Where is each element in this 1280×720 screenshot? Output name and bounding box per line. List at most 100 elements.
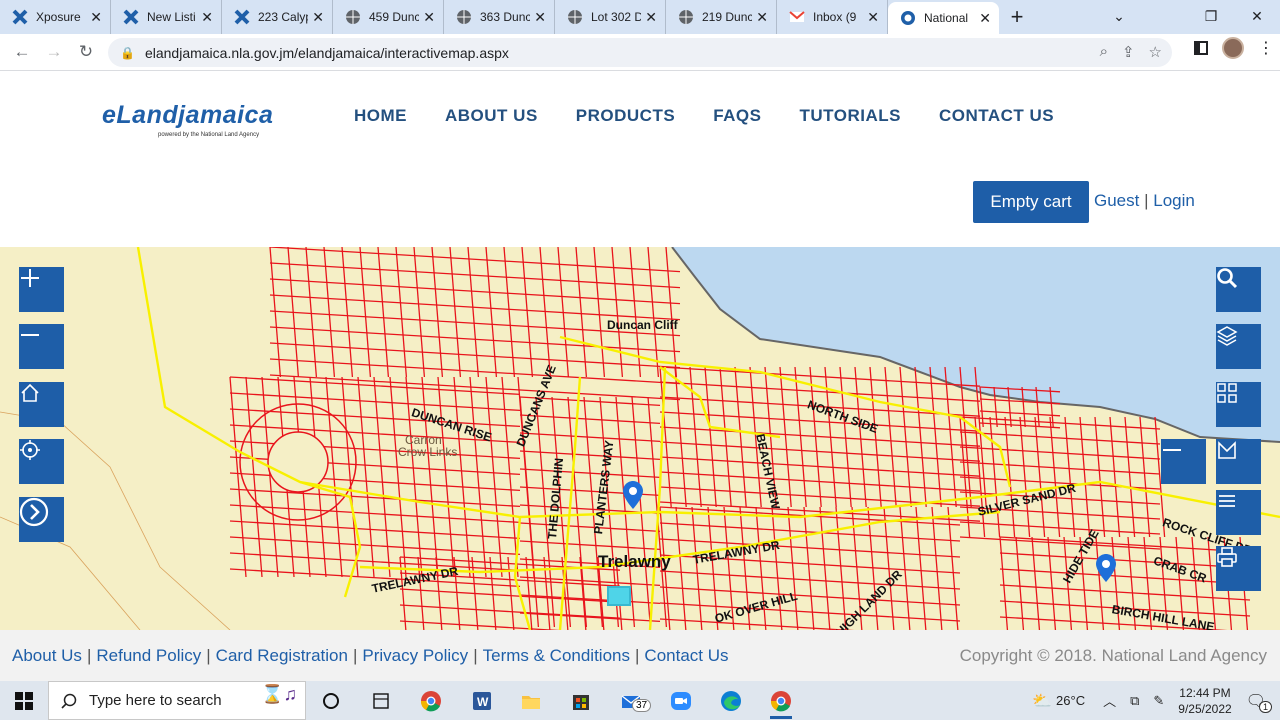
expand-panel-button[interactable] [19,497,64,542]
interactive-map[interactable]: Duncan Cliff DUNCAN RISE DUNCANS AVE NORTH … [0,247,1280,630]
browser-tab[interactable]: 223 Calyp ✕ [222,0,333,34]
road [648,366,667,630]
footer-link-about-us[interactable]: About Us [12,646,82,666]
nav-products[interactable]: PRODUCTS [576,106,675,126]
legend-list-button[interactable] [1216,490,1261,535]
svg-text:W: W [477,695,489,709]
restore-window-icon[interactable]: ❐ [1188,0,1234,32]
location-pin-icon[interactable] [623,481,643,509]
task-view-icon[interactable] [306,681,356,720]
nav-home[interactable]: HOME [354,106,407,126]
selected-parcel-marker[interactable] [607,586,631,606]
parcel-line [341,376,359,578]
footer-link-refund-policy[interactable]: Refund Policy [96,646,201,666]
menu-kebab-icon[interactable]: ⋮ [1258,38,1274,58]
parcel-line [929,366,942,508]
browser-tab[interactable]: 363 Dunc ✕ [444,0,555,34]
close-tab-icon[interactable]: ✕ [979,10,991,27]
profile-avatar[interactable] [1222,37,1244,59]
zoom-icon[interactable]: ⌕ [1100,43,1108,61]
forward-icon[interactable]: → [38,36,70,68]
layers-button[interactable] [1216,324,1261,369]
close-tab-icon[interactable]: ✕ [90,9,102,26]
lock-icon: 🔒 [120,45,135,60]
new-tab-icon[interactable]: + [999,0,1035,34]
footer-link-card-registration[interactable]: Card Registration [216,646,348,666]
browser-tab[interactable]: National ✕ [888,2,999,34]
close-tab-icon[interactable]: ✕ [645,9,657,26]
browser-tab[interactable]: 219 Dunc ✕ [666,0,777,34]
site-logo[interactable]: eLandjamaica powered by the National Lan… [102,101,273,138]
close-tab-icon[interactable]: ✕ [423,9,435,26]
browser-tab[interactable]: Xposure ✕ [0,0,111,34]
close-tab-icon[interactable]: ✕ [312,9,324,26]
back-icon[interactable]: ← [6,36,38,68]
browser-tab[interactable]: New Listi ✕ [111,0,222,34]
close-tab-icon[interactable]: ✕ [756,9,768,26]
basemap-gallery-button[interactable] [1216,382,1261,427]
nav-about-us[interactable]: ABOUT US [445,106,538,126]
tab-search-icon[interactable]: ⌄ [1096,0,1142,32]
windows-start-icon[interactable] [0,681,48,720]
close-window-icon[interactable]: ✕ [1234,0,1280,32]
parcel-line [1094,416,1106,538]
parcel-line [947,506,959,630]
bookmark-star-icon[interactable]: ☆ [1149,43,1162,61]
reload-icon[interactable]: ↻ [70,36,102,68]
parcel-line [521,247,534,378]
browser-tab[interactable]: Lot 302 D ✕ [555,0,666,34]
clock[interactable]: 12:44 PM 9/25/2022 [1178,685,1231,717]
xposure-icon [234,9,250,25]
map-canvas[interactable] [0,247,1280,630]
footer-link-privacy-policy[interactable]: Privacy Policy [362,646,468,666]
share-icon[interactable]: ⇪ [1122,43,1135,61]
print-button[interactable] [1216,546,1261,591]
zoom-out-button[interactable] [19,324,64,369]
weather-icon[interactable]: ⛅ [1032,691,1052,711]
file-explorer-icon[interactable] [506,681,556,720]
location-pin-icon[interactable] [1096,554,1116,582]
measure-button[interactable] [1216,439,1261,484]
collapse-tools-button[interactable] [1161,439,1206,484]
parcel-line [1015,536,1025,630]
nav-contact-us[interactable]: CONTACT US [939,106,1054,126]
side-panel-icon[interactable] [1194,41,1208,55]
microsoft-store-icon[interactable] [556,681,606,720]
browser-tab[interactable]: Inbox (9 ✕ [777,0,888,34]
nav-tutorials[interactable]: TUTORIALS [799,106,900,126]
close-tab-icon[interactable]: ✕ [867,9,879,26]
notification-icon[interactable]: 🗨 1 [1246,691,1272,713]
locate-button[interactable] [19,439,64,484]
login-link[interactable]: Login [1153,191,1195,210]
weather-temp[interactable]: 26°C [1056,693,1085,708]
close-tab-icon[interactable]: ✕ [201,9,213,26]
chrome-icon[interactable] [406,681,456,720]
zoom-in-button[interactable] [19,267,64,312]
mail-icon[interactable]: 37 [606,681,656,720]
mail-badge: 37 [632,699,652,712]
layers-icon [1216,326,1238,346]
address-bar[interactable]: 🔒 elandjamaica.nla.gov.jm/elandjamaica/i… [108,38,1172,67]
taskbar-search-box[interactable]: Type here to search ⌛♫ [48,681,306,720]
close-tab-icon[interactable]: ✕ [534,9,546,26]
tab-title: Inbox (9 [813,10,857,24]
browser-tab[interactable]: 459 Dunc ✕ [333,0,444,34]
footer-link-terms-conditions[interactable]: Terms & Conditions [483,646,630,666]
search-button[interactable] [1216,267,1261,312]
widgets-icon[interactable] [356,681,406,720]
logo-tagline: powered by the National Land Agency [158,132,260,138]
empty-cart-button[interactable]: Empty cart [973,181,1089,223]
zoom-app-icon[interactable] [656,681,706,720]
chevron-up-icon[interactable]: ︿ [1103,691,1116,710]
parcel-line [341,247,354,378]
tab-title: 363 Dunc [480,10,531,24]
chrome-profile-icon[interactable] [756,681,806,720]
word-icon[interactable]: W [456,681,506,720]
home-extent-button[interactable] [19,382,64,427]
footer-link-contact-us[interactable]: Contact Us [644,646,728,666]
pen-icon[interactable]: ✎ [1153,693,1164,709]
notification-badge: 1 [1258,700,1272,713]
nav-faqs[interactable]: FAQS [713,106,761,126]
network-icon[interactable]: ⧉ [1130,693,1139,709]
edge-icon[interactable] [706,681,756,720]
